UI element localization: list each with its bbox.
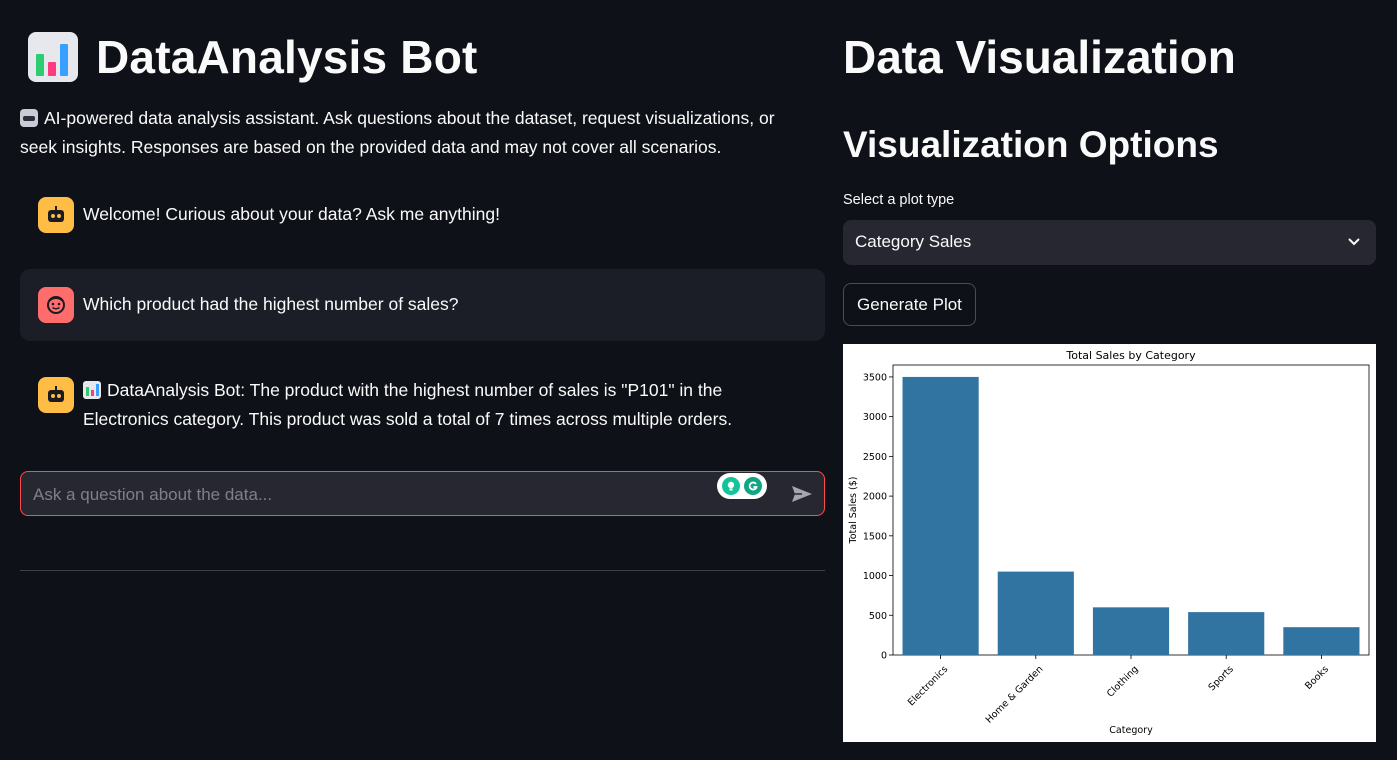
face-icon [38, 287, 74, 323]
app-header: DataAnalysis Bot [28, 30, 478, 84]
grammarly-icon[interactable] [744, 477, 762, 495]
bars [902, 376, 1360, 655]
chat-message-assistant: Welcome! Curious about your data? Ask me… [20, 186, 825, 244]
message-text: Which product had the highest number of … [83, 294, 459, 314]
bar-chart-icon [28, 32, 78, 82]
robot-icon [38, 377, 74, 413]
bar-electronics [902, 376, 979, 655]
chat-message-user: Which product had the highest number of … [20, 269, 825, 341]
y-axis-label: Total Sales ($) [848, 477, 859, 545]
chevron-down-icon [1348, 238, 1360, 246]
bar-books [1283, 627, 1360, 655]
plot-type-select[interactable]: Category Sales [843, 220, 1376, 265]
y-tick-label: 0 [881, 651, 887, 662]
grammarly-widget[interactable] [717, 473, 767, 499]
y-tick-label: 500 [869, 611, 887, 622]
x-tick-label: Books [1303, 664, 1331, 692]
send-icon[interactable] [790, 482, 814, 506]
description-text: AI-powered data analysis assistant. Ask … [20, 108, 775, 157]
message-text: DataAnalysis Bot: The product with the h… [83, 376, 805, 434]
message-text: Welcome! Curious about your data? Ask me… [83, 204, 500, 224]
section-heading: Data Visualization [843, 31, 1236, 83]
y-tick-label: 3500 [863, 372, 887, 383]
bar-home-garden [997, 571, 1074, 655]
send-button[interactable] [790, 482, 814, 506]
app-description: AI-powered data analysis assistant. Ask … [20, 104, 810, 162]
x-tick-label: Clothing [1105, 664, 1141, 700]
select-value: Category Sales [855, 232, 972, 251]
chat-input[interactable] [31, 472, 715, 517]
x-tick-label: Sports [1207, 664, 1236, 693]
y-tick-label: 1000 [863, 571, 887, 582]
y-tick-label: 3000 [863, 412, 887, 423]
message-body: DataAnalysis Bot: The product with the h… [83, 380, 733, 429]
x-axis-label: Category [1109, 725, 1153, 736]
x-axis: Electronics Home & Garden Clothing Sports Bo… [906, 655, 1331, 726]
chat-message-assistant: DataAnalysis Bot: The product with the h… [20, 362, 825, 452]
visualization-column: Data Visualization Visualization Options… [843, 0, 1377, 760]
chart-title: Total Sales by Category [1065, 349, 1196, 362]
x-tick-label: Home & Garden [984, 664, 1046, 726]
y-tick-label: 1500 [863, 531, 887, 542]
chat-column: DataAnalysis Bot AI-powered data analysi… [20, 0, 825, 760]
page-title: DataAnalysis Bot [96, 31, 478, 83]
y-tick-label: 2500 [863, 452, 887, 463]
options-heading: Visualization Options [843, 124, 1219, 165]
divider [20, 570, 825, 571]
select-label: Select a plot type [843, 192, 955, 208]
generate-plot-button[interactable]: Generate Plot [843, 283, 976, 326]
sales-bar-chart: Total Sales by Category 0 500 1000 1500 2000… [848, 349, 1370, 736]
robot-icon [20, 109, 38, 127]
bar-clothing [1092, 607, 1170, 655]
y-tick-label: 2000 [863, 492, 887, 503]
chat-input-container [20, 471, 825, 517]
y-axis: 0 500 1000 1500 2000 2500 3000 3500 [863, 372, 893, 662]
bar-chart-icon [83, 381, 101, 399]
bar-sports [1188, 612, 1265, 655]
chart-container: Total Sales by Category 0 500 1000 1500 2000… [843, 344, 1376, 742]
x-tick-label: Electronics [906, 664, 950, 708]
robot-icon [38, 197, 74, 233]
lightbulb-icon[interactable] [722, 477, 740, 495]
